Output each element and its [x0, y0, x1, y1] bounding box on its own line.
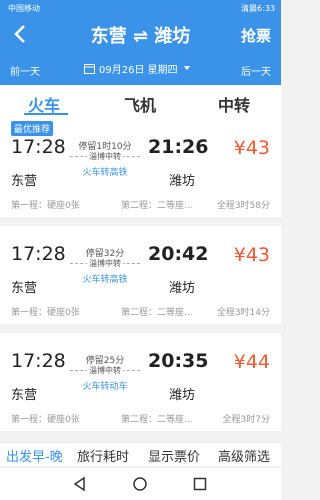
caret-down-icon: [183, 66, 190, 70]
leg1-seats: 第一程：硬座0张: [11, 308, 80, 318]
to-station: 潍坊: [169, 388, 196, 403]
nav-recent-icon[interactable]: [192, 476, 208, 492]
active-tab-indicator: [24, 113, 68, 115]
price: ¥43: [233, 137, 270, 159]
transfer-label: 淄博中转: [87, 152, 123, 161]
total-duration: 全程3时14分: [216, 308, 270, 318]
transfer-label: 淄博中转: [87, 366, 123, 375]
prev-day-button[interactable]: 前一天: [10, 63, 40, 78]
transport-mode: 火车转高铁: [82, 275, 128, 285]
nav-back-icon[interactable]: [72, 476, 88, 492]
transport-mode: 火车转高铁: [82, 168, 128, 178]
next-day-button[interactable]: 后一天: [241, 63, 271, 78]
calendar-icon: [84, 63, 95, 74]
to-station: 潍坊: [169, 174, 196, 189]
arrive-time: 21:26: [148, 136, 209, 158]
to-station: 潍坊: [169, 281, 196, 296]
arrive-time: 20:35: [148, 350, 209, 372]
route-title: 东营 ⇌ 潍坊: [90, 26, 191, 47]
route-card[interactable]: 17:28 停留25分 淄博中转 火车转动车 20:35 ¥44 东营 潍坊 第…: [0, 333, 281, 431]
header: 中国移动 清晨6:33 东营 ⇌ 潍坊 抢票 前一天 09月26日 星期四 后一…: [0, 0, 281, 85]
date-label: 09月26日 星期四: [99, 64, 178, 76]
status-bar: 中国移动 清晨6:33: [0, 0, 281, 16]
route-card[interactable]: 17:28 停留32分 淄博中转 火车转高铁 20:42 ¥43 东营 潍坊 第…: [0, 226, 281, 324]
tab-transfer[interactable]: 中转: [218, 92, 250, 116]
sort-depart-button[interactable]: 出发早-晚: [6, 446, 63, 465]
arrive-time: 20:42: [148, 243, 209, 265]
carrier-label: 中国移动: [8, 4, 40, 13]
depart-time: 17:28: [11, 243, 66, 265]
from-station: 东营: [11, 388, 38, 403]
nav-home-icon[interactable]: [132, 476, 148, 492]
filter-bar: 出发早-晚 旅行耗时 显示票价 高级筛选: [0, 442, 281, 466]
tab-flight[interactable]: 飞机: [124, 92, 156, 116]
system-nav-bar: [0, 468, 281, 500]
price: ¥43: [233, 244, 270, 266]
route-card[interactable]: 最优推荐 17:28 停留1时10分 淄博中转 火车转高铁 21:26 ¥43 …: [0, 119, 281, 217]
total-duration: 全程3时58分: [216, 201, 270, 211]
from-station: 东营: [11, 174, 38, 189]
clock-label: 清晨6:33: [241, 4, 275, 13]
show-price-button[interactable]: 显示票价: [148, 446, 200, 465]
price: ¥44: [233, 351, 270, 373]
depart-time: 17:28: [11, 136, 66, 158]
depart-time: 17:28: [11, 350, 66, 372]
grab-ticket-button[interactable]: 抢票: [241, 25, 271, 46]
transfer-label: 淄博中转: [87, 259, 123, 268]
leg2-seats: 第二程：二等座...: [121, 201, 193, 211]
from-station: 东营: [11, 281, 38, 296]
advanced-filter-button[interactable]: 高级筛选: [218, 446, 270, 465]
sort-duration-button[interactable]: 旅行耗时: [77, 446, 129, 465]
leg1-seats: 第一程：硬座0张: [11, 415, 80, 425]
date-selector[interactable]: 09月26日 星期四: [84, 59, 196, 77]
recommend-badge: 最优推荐: [11, 121, 54, 136]
leg1-seats: 第一程：硬座0张: [11, 201, 80, 211]
total-duration: 全程3时7分: [222, 415, 270, 425]
leg2-seats: 第二程：二等座...: [121, 415, 193, 425]
leg2-seats: 第二程：二等座...: [121, 308, 193, 318]
transport-mode: 火车转动车: [82, 382, 128, 392]
